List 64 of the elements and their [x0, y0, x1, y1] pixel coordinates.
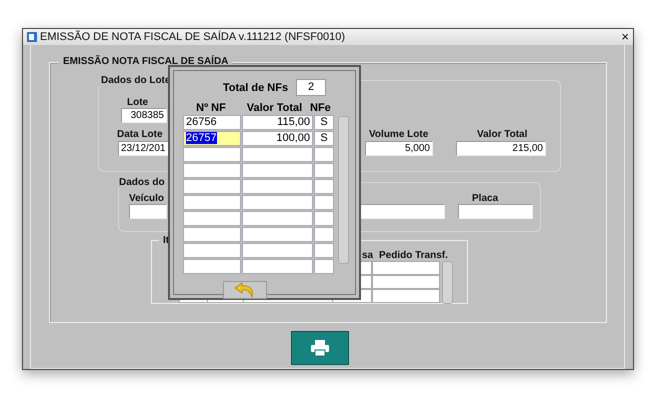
- group-title: Dados do: [115, 177, 169, 188]
- undo-button[interactable]: [222, 281, 266, 299]
- scrollbar[interactable]: [338, 116, 349, 264]
- table-cell[interactable]: 26756: [183, 115, 241, 130]
- table-cell[interactable]: [183, 259, 241, 274]
- table-cell[interactable]: [314, 243, 334, 258]
- table-cell[interactable]: [242, 147, 313, 162]
- table-cell[interactable]: [314, 179, 334, 194]
- field-label: Data Lote: [117, 129, 163, 140]
- table-cell[interactable]: S: [314, 131, 334, 146]
- field-label: Veículo: [129, 193, 164, 204]
- input-field[interactable]: 5,000: [365, 141, 433, 156]
- table-cell[interactable]: [242, 243, 313, 258]
- field-label: Placa: [472, 193, 498, 204]
- frame-title: EMISSÃO NOTA FISCAL DE SAÍDA: [59, 56, 232, 67]
- table-cell[interactable]: [183, 163, 241, 178]
- table-cell[interactable]: [314, 195, 334, 210]
- table-cell[interactable]: [183, 243, 241, 258]
- table-cell[interactable]: [314, 227, 334, 242]
- table-cell[interactable]: [183, 179, 241, 194]
- table-cell[interactable]: [242, 259, 313, 274]
- input-field[interactable]: 308385: [121, 108, 167, 123]
- table-cell[interactable]: [314, 259, 334, 274]
- input-field[interactable]: [458, 204, 533, 219]
- table-cell[interactable]: [372, 289, 440, 303]
- app-icon: [27, 32, 37, 42]
- input-field[interactable]: [359, 204, 445, 219]
- input-field[interactable]: 2: [296, 79, 326, 96]
- table-cell[interactable]: [183, 147, 241, 162]
- column-header: Pedido Transf.: [379, 250, 448, 261]
- field-label: Volume Lote: [369, 129, 428, 140]
- field-label: Total de NFs: [222, 82, 288, 94]
- print-button[interactable]: [291, 331, 349, 365]
- table-cell[interactable]: [242, 227, 313, 242]
- table-cell[interactable]: [242, 211, 313, 226]
- window-title: EMISSÃO DE NOTA FISCAL DE SAÍDA v.111212 (NFSF0010): [40, 31, 346, 43]
- table-cell[interactable]: [242, 163, 313, 178]
- table-cell[interactable]: [242, 179, 313, 194]
- scrollbar[interactable]: [442, 261, 453, 304]
- field-label: Lote: [127, 97, 148, 108]
- table-cell[interactable]: 26757: [183, 131, 241, 146]
- column-header: Nº NF: [195, 102, 227, 115]
- table-cell[interactable]: [314, 163, 334, 178]
- table-cell[interactable]: [183, 195, 241, 210]
- table-cell[interactable]: [314, 211, 334, 226]
- printer-icon: [310, 339, 330, 357]
- input-field[interactable]: 215,00: [456, 141, 546, 156]
- input-field[interactable]: 23/12/201: [118, 141, 170, 156]
- table-cell[interactable]: [183, 227, 241, 242]
- column-header: sa: [362, 250, 374, 261]
- table-cell[interactable]: [314, 147, 334, 162]
- column-header: Valor Total: [246, 102, 304, 115]
- table-cell[interactable]: [242, 195, 313, 210]
- input-field[interactable]: [129, 204, 167, 219]
- table-cell[interactable]: [183, 211, 241, 226]
- table-cell[interactable]: [372, 275, 440, 289]
- field-label: Valor Total: [477, 129, 528, 140]
- table-cell[interactable]: [372, 261, 440, 275]
- close-button[interactable]: ×: [621, 31, 629, 43]
- undo-arrow-icon: [234, 282, 256, 298]
- column-header: NFe: [310, 102, 328, 115]
- table-cell[interactable]: 100,00: [242, 131, 313, 146]
- table-cell[interactable]: 115,00: [242, 115, 313, 130]
- table-cell[interactable]: S: [314, 115, 334, 130]
